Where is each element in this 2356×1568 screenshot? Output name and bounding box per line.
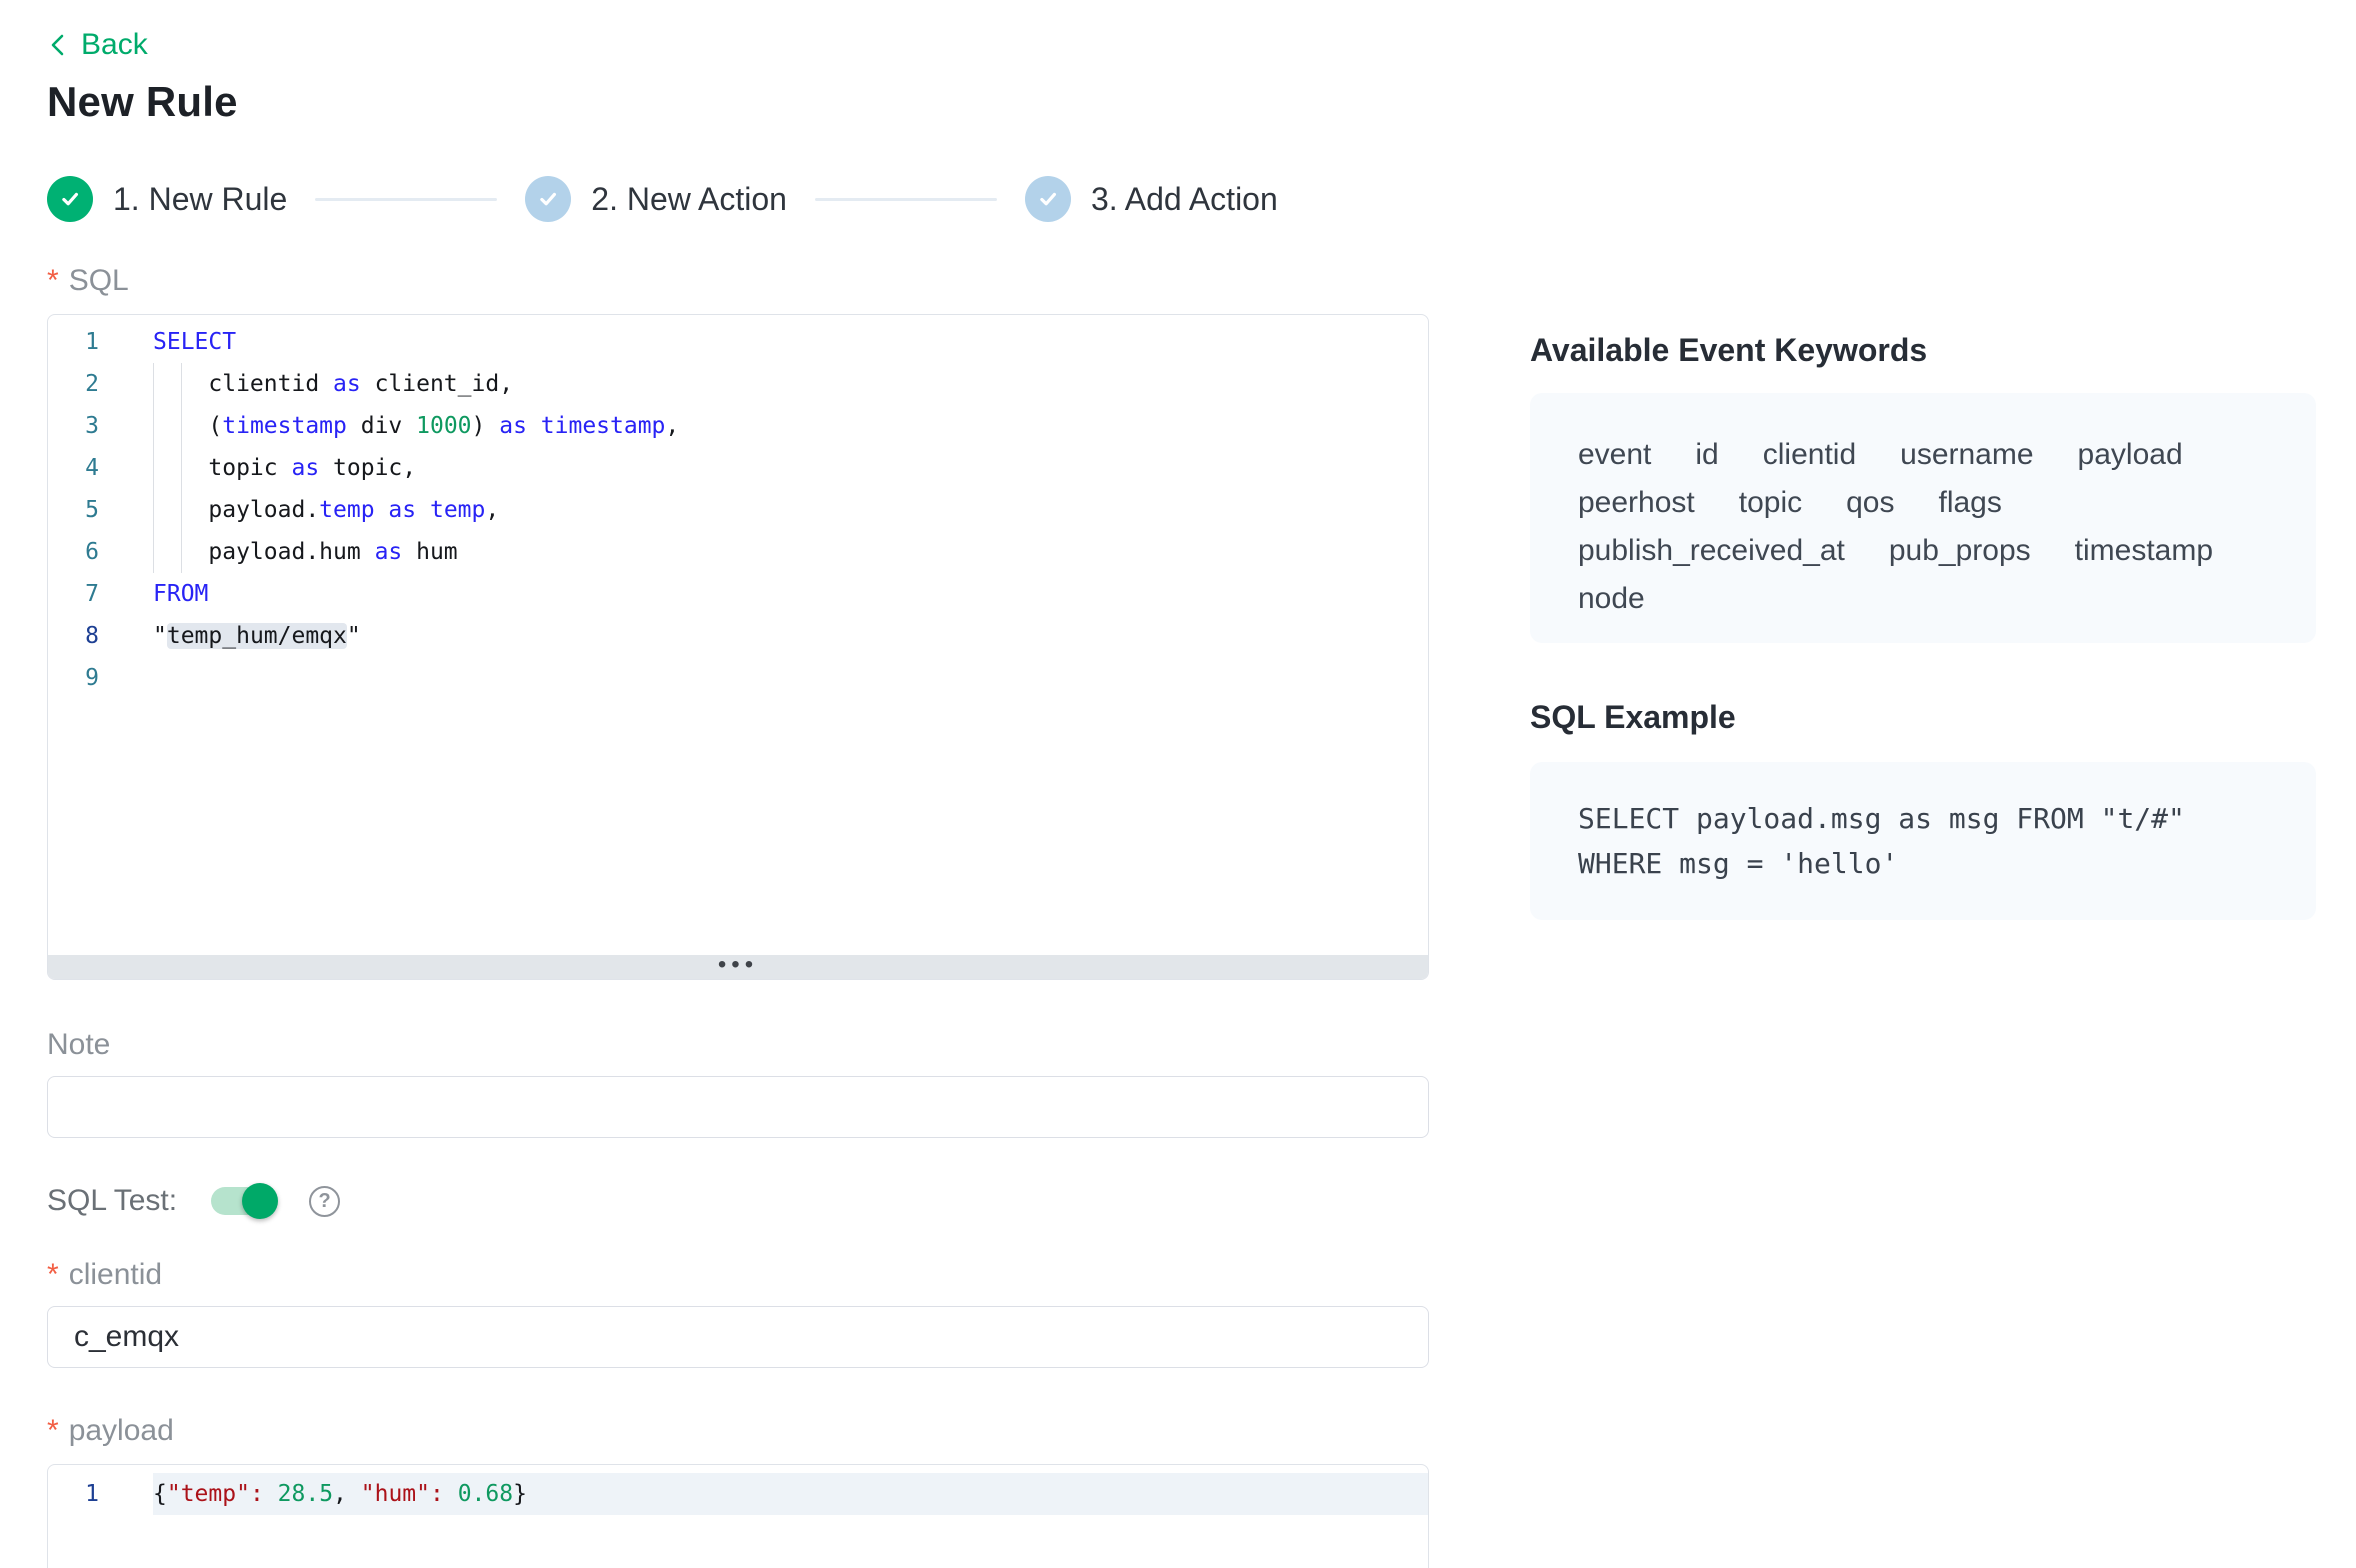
step-2[interactable]: 2. New Action <box>525 176 787 222</box>
keyword: timestamp <box>2075 527 2213 575</box>
keyword: topic <box>1739 479 1802 527</box>
keywords-card: eventid clientid username payload peerhost to… <box>1530 393 2316 643</box>
keyword: publish_received_at <box>1578 527 1845 575</box>
sql-editor[interactable]: 1SELECT2 clientid as client_id,3 (timest… <box>47 314 1429 980</box>
payload-editor[interactable]: 1{"temp": 28.5, "hum": 0.68} <box>47 1464 1429 1568</box>
sql-example-line: WHERE msg = 'hello' <box>1578 841 2268 886</box>
code-line: 1{"temp": 28.5, "hum": 0.68} <box>48 1473 1428 1515</box>
keyword: pub_props <box>1889 527 2031 575</box>
line-number: 1 <box>48 321 153 363</box>
keyword: username <box>1900 431 2033 479</box>
keywords-heading: Available Event Keywords <box>1530 332 2316 369</box>
code-line: 5 payload.temp as temp, <box>48 489 1428 531</box>
line-content: clientid as client_id, <box>153 363 1428 405</box>
sql-editor-resize-handle[interactable]: ••• <box>48 955 1428 979</box>
clientid-input[interactable] <box>47 1306 1429 1368</box>
keyword-row: node <box>1578 575 2268 623</box>
sql-example-heading: SQL Example <box>1530 699 2316 736</box>
keyword-row: publish_received_at pub_props timestamp <box>1578 527 2268 575</box>
step-check-icon <box>525 176 571 222</box>
payload-editor-code[interactable]: 1{"temp": 28.5, "hum": 0.68} <box>48 1465 1428 1568</box>
new-rule-page: Back New Rule 1. New Rule 2. New Action 3.… <box>0 0 2356 1568</box>
line-content: payload.temp as temp, <box>153 489 1428 531</box>
chevron-left-icon <box>47 32 69 58</box>
code-line: 3 (timestamp div 1000) as timestamp, <box>48 405 1428 447</box>
note-input[interactable] <box>47 1076 1429 1138</box>
step-1[interactable]: 1. New Rule <box>47 176 287 222</box>
clientid-field-label: * clientid <box>47 1258 1429 1292</box>
line-number: 2 <box>48 363 153 405</box>
required-asterisk: * <box>47 264 59 298</box>
note-field-label: Note <box>47 1028 1429 1062</box>
back-link[interactable]: Back <box>47 28 148 62</box>
line-number: 4 <box>48 447 153 489</box>
line-number: 6 <box>48 531 153 573</box>
code-line: 1SELECT <box>48 321 1428 363</box>
line-content: payload.hum as hum <box>153 531 1428 573</box>
sql-test-row: SQL Test: ? <box>47 1184 1429 1218</box>
keyword-row: peerhost topic qos flags <box>1578 479 2268 527</box>
step-label: 2. New Action <box>591 181 787 218</box>
sql-test-label: SQL Test: <box>47 1184 177 1218</box>
line-content: (timestamp div 1000) as timestamp, <box>153 405 1428 447</box>
sql-editor-code[interactable]: 1SELECT2 clientid as client_id,3 (timest… <box>48 315 1428 955</box>
keyword: id <box>1695 431 1718 479</box>
line-number: 7 <box>48 573 153 615</box>
line-number: 9 <box>48 657 153 699</box>
step-check-icon <box>47 176 93 222</box>
line-content: SELECT <box>153 321 1428 363</box>
keyword: flags <box>1939 479 2002 527</box>
required-asterisk: * <box>47 1258 59 1292</box>
step-3[interactable]: 3. Add Action <box>1025 176 1278 222</box>
keyword: peerhost <box>1578 479 1695 527</box>
line-content: FROM <box>153 573 1428 615</box>
line-number: 1 <box>48 1473 153 1515</box>
line-content: {"temp": 28.5, "hum": 0.68} <box>153 1473 1428 1515</box>
sql-example-line: SELECT payload.msg as msg FROM "t/#" <box>1578 796 2268 841</box>
help-panel: Available Event Keywords eventid clientid… <box>1530 0 2316 920</box>
toggle-knob <box>242 1183 278 1219</box>
line-number: 8 <box>48 615 153 657</box>
help-question-icon[interactable]: ? <box>309 1186 340 1217</box>
code-line: 2 clientid as client_id, <box>48 363 1428 405</box>
line-number: 5 <box>48 489 153 531</box>
wizard-stepper: 1. New Rule 2. New Action 3. Add Action <box>47 176 1429 222</box>
keyword: qos <box>1846 479 1894 527</box>
main-column: Back New Rule 1. New Rule 2. New Action 3.… <box>47 0 1429 1568</box>
code-line: 8"temp_hum/emqx" <box>48 615 1428 657</box>
keyword: clientid <box>1763 431 1856 479</box>
page-title: New Rule <box>47 78 1429 126</box>
code-line: 4 topic as topic, <box>48 447 1428 489</box>
line-number: 3 <box>48 405 153 447</box>
sql-example-card: SELECT payload.msg as msg FROM "t/#"WHER… <box>1530 762 2316 920</box>
step-check-icon <box>1025 176 1071 222</box>
keyword: event <box>1578 431 1651 479</box>
step-label: 1. New Rule <box>113 181 287 218</box>
keyword: payload <box>2078 431 2183 479</box>
keyword: node <box>1578 575 1645 623</box>
sql-field-label: * SQL <box>47 264 1429 298</box>
step-label: 3. Add Action <box>1091 181 1278 218</box>
line-content: "temp_hum/emqx" <box>153 615 1428 657</box>
step-connector <box>815 198 997 201</box>
line-content: topic as topic, <box>153 447 1428 489</box>
back-label: Back <box>81 28 148 62</box>
code-line: 7FROM <box>48 573 1428 615</box>
required-asterisk: * <box>47 1414 59 1448</box>
step-connector <box>315 198 497 201</box>
sql-test-toggle[interactable] <box>211 1187 269 1215</box>
line-content <box>153 657 1428 699</box>
code-line: 6 payload.hum as hum <box>48 531 1428 573</box>
code-line: 9 <box>48 657 1428 699</box>
payload-field-label: * payload <box>47 1414 1429 1448</box>
keyword-row: eventid clientid username payload <box>1578 431 2268 479</box>
